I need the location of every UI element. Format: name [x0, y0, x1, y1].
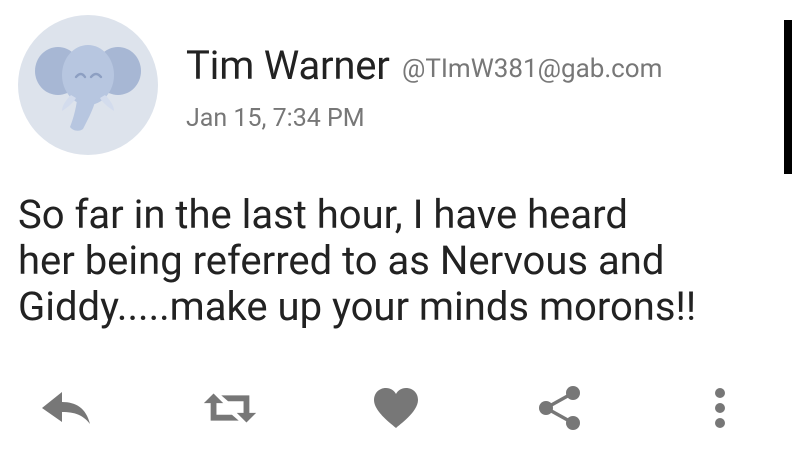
like-button[interactable]: [366, 378, 426, 438]
author-name[interactable]: Tim Warner: [186, 42, 390, 90]
post-card: Tim Warner @TImW381@gab.com Jan 15, 7:34…: [0, 0, 792, 456]
elephant-icon: [35, 45, 141, 131]
post-body-line: her being referred to as Nervous and: [18, 237, 665, 284]
more-vertical-icon: [715, 388, 725, 428]
repost-button[interactable]: [200, 378, 260, 438]
share-icon: [539, 386, 580, 430]
post-body-line: Giddy.....make up your minds morons!!: [18, 283, 697, 330]
reply-icon: [42, 392, 90, 424]
post-body-line: So far in the last hour, I have heard: [18, 191, 628, 238]
post-body: So far in the last hour, I have heard he…: [18, 192, 758, 330]
scrollbar[interactable]: [784, 20, 792, 174]
reply-button[interactable]: [36, 378, 96, 438]
share-button[interactable]: [530, 378, 590, 438]
avatar[interactable]: [18, 15, 158, 155]
heart-icon: [374, 388, 418, 428]
post-action-bar: [0, 378, 792, 438]
author-handle[interactable]: @TImW381@gab.com: [402, 54, 662, 84]
repost-icon: [203, 393, 257, 423]
post-timestamp[interactable]: Jan 15, 7:34 PM: [186, 104, 365, 134]
more-options-button[interactable]: [690, 378, 750, 438]
